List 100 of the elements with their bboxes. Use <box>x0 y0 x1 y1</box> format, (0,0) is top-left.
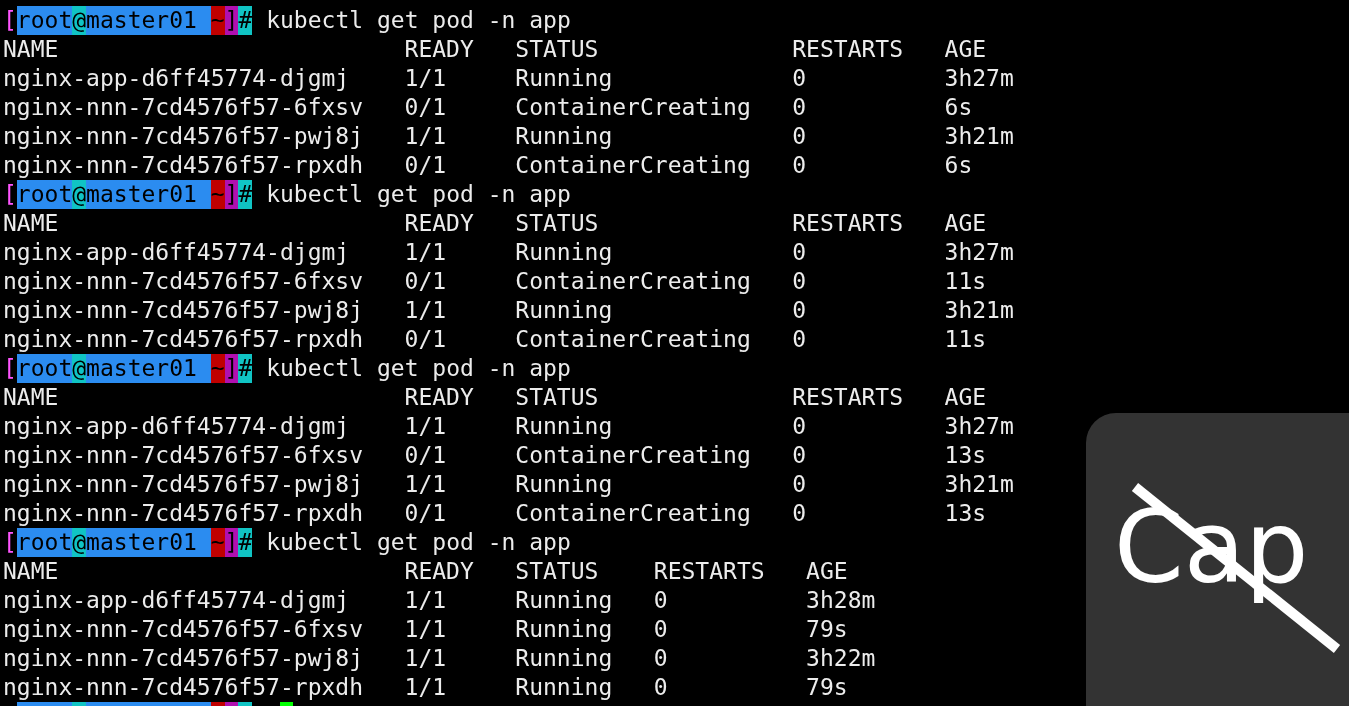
column-header: NAME <box>3 558 59 584</box>
table-cell: nginx-app-d6ff45774-djgmj <box>3 413 350 439</box>
table-cell: 0 <box>792 268 807 294</box>
table-cell: 11s <box>944 326 987 352</box>
table-cell: 0 <box>792 239 807 265</box>
column-header: READY <box>404 558 474 584</box>
column-header: AGE <box>944 36 987 62</box>
table-cell: 0 <box>653 645 668 671</box>
table-cell: nginx-nnn-7cd4576f57-6fxsv <box>3 616 364 642</box>
prompt-sign: # <box>238 180 253 209</box>
table-cell: 0 <box>792 326 807 352</box>
table-cell: 3h21m <box>944 123 1014 149</box>
cursor <box>279 702 293 706</box>
column-header: RESTARTS <box>653 558 765 584</box>
table-cell: nginx-app-d6ff45774-djgmj <box>3 587 350 613</box>
table-cell: 1/1 <box>404 65 447 91</box>
table-cell: ContainerCreating <box>515 500 751 526</box>
column-header: RESTARTS <box>792 384 904 410</box>
column-header: NAME <box>3 36 59 62</box>
table-cell: Running <box>515 616 613 642</box>
column-header: AGE <box>944 384 987 410</box>
column-header: READY <box>404 36 474 62</box>
column-header: READY <box>404 210 474 236</box>
table-cell: 13s <box>944 442 987 468</box>
prompt-user: root <box>16 354 73 383</box>
table-cell: nginx-nnn-7cd4576f57-pwj8j <box>3 471 364 497</box>
table-cell: 0 <box>792 413 807 439</box>
table-cell: Running <box>515 587 613 613</box>
table-cell: 3h21m <box>944 471 1014 497</box>
table-cell: 0 <box>792 65 807 91</box>
table-cell: Running <box>515 674 613 700</box>
table-cell: 0/1 <box>404 326 447 352</box>
prompt-sign: # <box>238 354 253 383</box>
prompt-at: @ <box>72 354 87 383</box>
prompt-at: @ <box>72 180 87 209</box>
prompt-user: root <box>16 6 73 35</box>
table-cell: nginx-app-d6ff45774-djgmj <box>3 65 350 91</box>
table-cell: 0 <box>792 123 807 149</box>
column-header: STATUS <box>515 36 599 62</box>
table-cell: Running <box>515 297 613 323</box>
table-cell: 1/1 <box>404 123 447 149</box>
table-cell: ContainerCreating <box>515 326 751 352</box>
table-cell: nginx-nnn-7cd4576f57-6fxsv <box>3 442 364 468</box>
table-cell: ContainerCreating <box>515 268 751 294</box>
table-cell: 0 <box>792 442 807 468</box>
table-cell: nginx-nnn-7cd4576f57-rpxdh <box>3 674 364 700</box>
table-cell: Running <box>515 413 613 439</box>
table-cell: 3h27m <box>944 413 1014 439</box>
table-cell: Running <box>515 471 613 497</box>
table-cell: ContainerCreating <box>515 152 751 178</box>
table-cell: 0 <box>653 616 668 642</box>
command-text: kubectl get pod -n app <box>266 6 571 35</box>
prompt-sign: # <box>238 6 253 35</box>
table-cell: 0/1 <box>404 94 447 120</box>
table-cell: nginx-nnn-7cd4576f57-rpxdh <box>3 152 364 178</box>
table-cell: Running <box>515 123 613 149</box>
table-cell: 0/1 <box>404 442 447 468</box>
column-header: READY <box>404 384 474 410</box>
table-cell: Running <box>515 645 613 671</box>
table-cell: 0 <box>792 297 807 323</box>
column-header: AGE <box>806 558 848 584</box>
column-header: STATUS <box>515 558 599 584</box>
table-cell: 1/1 <box>404 674 447 700</box>
prompt-host: master01 <box>86 180 211 209</box>
table-cell: 0/1 <box>404 268 447 294</box>
prompt-at: @ <box>72 528 87 557</box>
table-cell: 0 <box>792 471 807 497</box>
table-cell: 79s <box>806 616 848 642</box>
table-cell: 6s <box>944 152 973 178</box>
table-cell: 1/1 <box>404 616 447 642</box>
table-cell: 1/1 <box>404 645 447 671</box>
column-header: AGE <box>944 210 987 236</box>
table-cell: 13s <box>944 500 987 526</box>
table-cell: 0 <box>792 500 807 526</box>
column-header: STATUS <box>515 210 599 236</box>
table-cell: nginx-app-d6ff45774-djgmj <box>3 239 350 265</box>
table-cell: nginx-nnn-7cd4576f57-rpxdh <box>3 500 364 526</box>
table-cell: 1/1 <box>404 297 447 323</box>
table-cell: ContainerCreating <box>515 94 751 120</box>
table-cell: 0 <box>653 587 668 613</box>
table-cell: 3h28m <box>806 587 876 613</box>
prompt-user: root <box>16 180 73 209</box>
table-cell: 3h27m <box>944 65 1014 91</box>
table-cell: nginx-nnn-7cd4576f57-6fxsv <box>3 268 364 294</box>
table-cell: 0/1 <box>404 152 447 178</box>
column-header: STATUS <box>515 384 599 410</box>
prompt-sign: # <box>238 528 253 557</box>
column-header: NAME <box>3 210 59 236</box>
command-text: kubectl get pod -n app <box>266 180 571 209</box>
table-cell: 1/1 <box>404 471 447 497</box>
table-cell: ContainerCreating <box>515 442 751 468</box>
prompt-host: master01 <box>86 354 211 383</box>
column-header: RESTARTS <box>792 210 904 236</box>
table-cell: nginx-nnn-7cd4576f57-pwj8j <box>3 645 364 671</box>
table-cell: 3h22m <box>806 645 876 671</box>
table-cell: nginx-nnn-7cd4576f57-pwj8j <box>3 123 364 149</box>
table-cell: 1/1 <box>404 413 447 439</box>
table-cell: Running <box>515 239 613 265</box>
table-cell: 1/1 <box>404 239 447 265</box>
table-cell: 1/1 <box>404 587 447 613</box>
